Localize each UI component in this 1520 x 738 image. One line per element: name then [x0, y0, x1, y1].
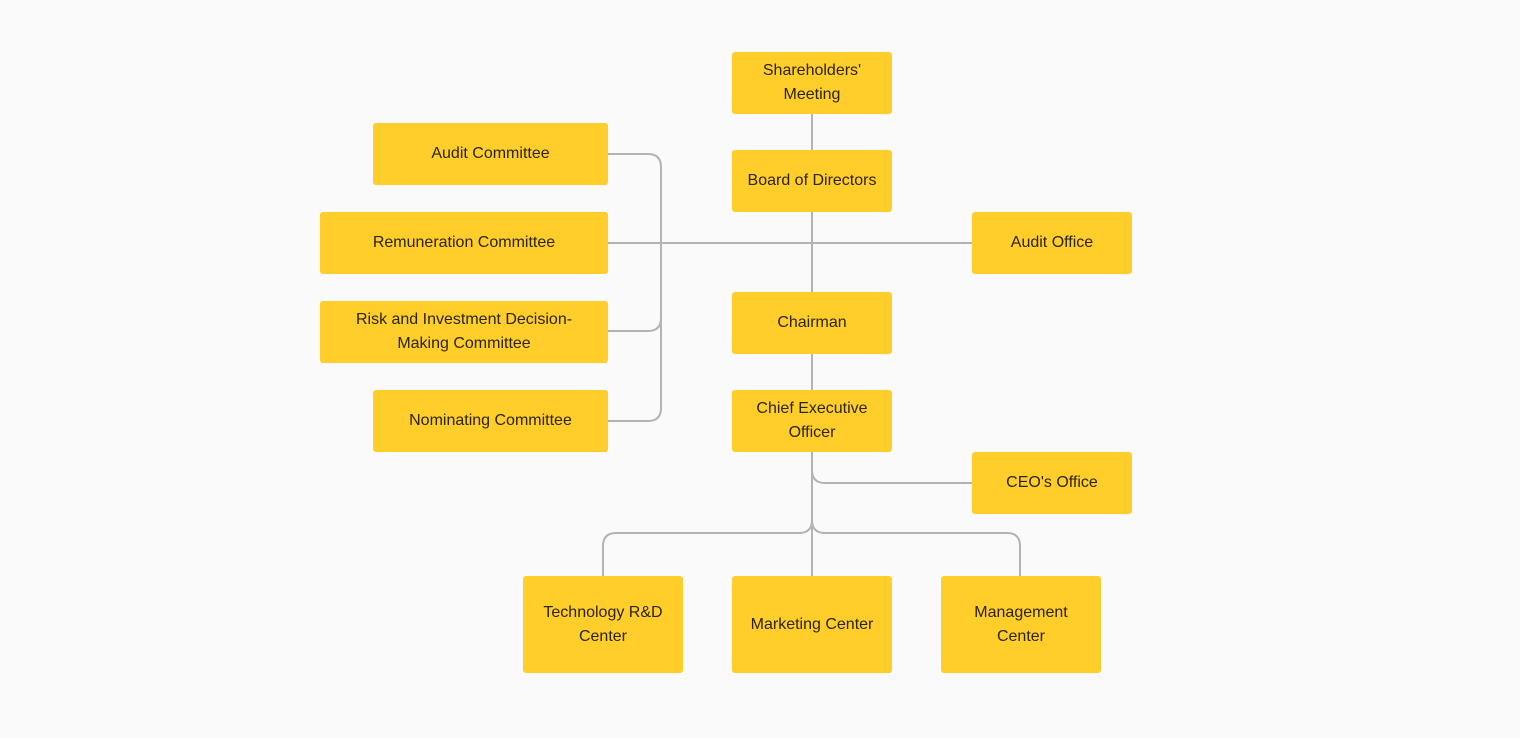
- node-label: Board of Directors: [747, 172, 877, 189]
- node-label: Remuneration Committee: [372, 234, 556, 251]
- node-label: Technology R&D Center: [543, 603, 663, 645]
- node-management-center[interactable]: Management Center: [941, 576, 1101, 673]
- node-technology-rd-center[interactable]: Technology R&D Center: [523, 576, 683, 673]
- node-audit-office[interactable]: Audit Office: [972, 212, 1132, 274]
- node-label: Audit Committee: [431, 145, 550, 162]
- node-label: Marketing Center: [750, 615, 874, 633]
- node-risk-investment-committee[interactable]: Risk and Investment Decision- Making Com…: [320, 301, 608, 363]
- org-chart: Shareholders' Meeting Board of Directors…: [0, 0, 1520, 738]
- node-board-of-directors[interactable]: Board of Directors: [732, 150, 892, 212]
- node-label: CEO's Office: [1006, 474, 1098, 491]
- connector-committees-bracket: [608, 153, 662, 422]
- node-nominating-committee[interactable]: Nominating Committee: [373, 390, 608, 452]
- connector-ceo-office: [811, 452, 972, 484]
- node-label: Nominating Committee: [409, 412, 572, 429]
- connector-ceo-management: [811, 519, 1021, 576]
- node-label: Management Center: [974, 603, 1068, 645]
- node-label: Risk and Investment Decision- Making Com…: [355, 311, 573, 352]
- node-chief-executive-officer[interactable]: Chief Executive Officer: [732, 390, 892, 452]
- node-label: Chairman: [777, 314, 847, 331]
- connector-risk-committee: [608, 317, 662, 332]
- node-label: Shareholders' Meeting: [762, 62, 862, 103]
- connector-ceo-tech: [602, 519, 813, 576]
- node-label: Chief Executive Officer: [756, 400, 868, 441]
- node-remuneration-committee[interactable]: Remuneration Committee: [320, 212, 608, 274]
- node-label: Audit Office: [1010, 234, 1094, 251]
- node-audit-committee[interactable]: Audit Committee: [373, 123, 608, 185]
- node-chairman[interactable]: Chairman: [732, 292, 892, 354]
- node-ceo-office[interactable]: CEO's Office: [972, 452, 1132, 514]
- node-shareholders-meeting[interactable]: Shareholders' Meeting: [732, 52, 892, 114]
- node-marketing-center[interactable]: Marketing Center: [732, 576, 892, 673]
